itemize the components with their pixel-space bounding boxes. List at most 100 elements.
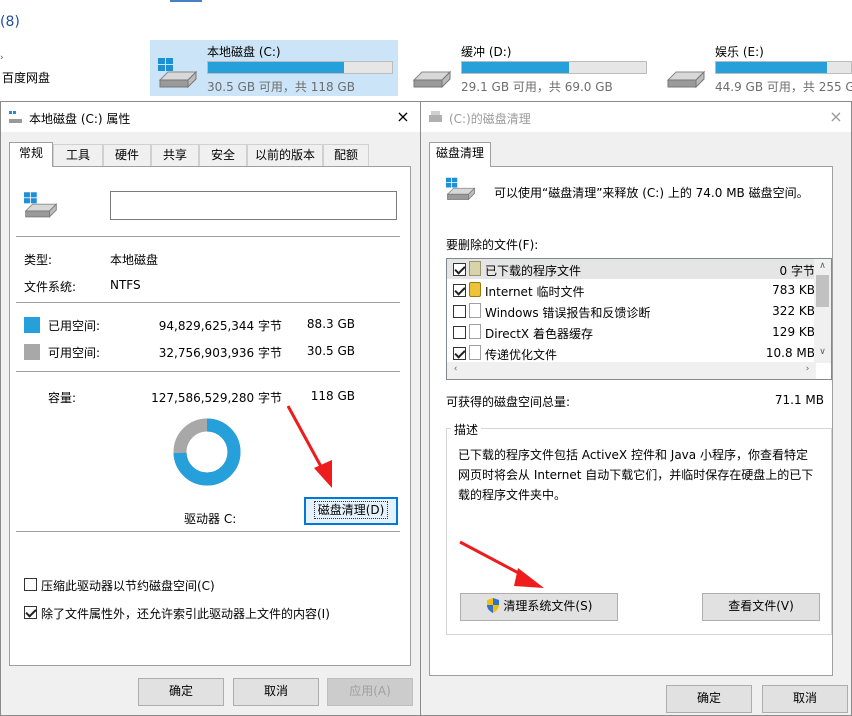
tab-quota[interactable]: 配额	[323, 144, 369, 166]
files-to-delete-label: 要删除的文件(F):	[446, 238, 539, 252]
drive-usage-fill	[208, 62, 345, 73]
hard-drive-icon	[446, 177, 476, 201]
file-list-item[interactable]: 已下载的程序文件 0 字节	[447, 259, 815, 279]
selection-accent-line	[170, 0, 202, 2]
tab-previous-versions[interactable]: 以前的版本	[247, 144, 323, 166]
horizontal-scrollbar[interactable]: ‹ ›	[447, 362, 816, 379]
nav-item-baidu-netdisk[interactable]: 百度网盘	[2, 69, 50, 86]
files-to-delete-list[interactable]: 已下载的程序文件 0 字节 Internet 临时文件 783 KB Windows 错…	[446, 258, 832, 380]
file-item-name: Internet 临时文件	[485, 285, 585, 299]
volume-label-input[interactable]	[110, 191, 397, 220]
divider	[16, 531, 400, 532]
drive-d[interactable]: 缓冲 (D:) 29.1 GB 可用，共 69.0 GB	[404, 40, 652, 96]
drive-usage-bar	[207, 61, 393, 74]
hard-drive-icon	[158, 58, 198, 88]
properties-dialog: 本地磁盘 (C:) 属性 × 常规 工具 硬件 共享 安全 以前的版本 配额 类…	[0, 101, 421, 716]
lock-icon	[469, 282, 481, 297]
apply-button[interactable]: 应用(A)	[327, 678, 413, 706]
ok-button[interactable]: 确定	[666, 685, 752, 713]
file-icon	[469, 345, 481, 360]
file-list-item[interactable]: Internet 临时文件 783 KB	[447, 280, 815, 300]
scroll-right-icon[interactable]: ›	[799, 364, 816, 374]
folder-icon	[469, 261, 481, 276]
capacity-gb: 118 GB	[310, 389, 355, 403]
annotation-arrow-icon	[286, 405, 332, 488]
description-heading: 描述	[451, 421, 482, 438]
file-item-name: DirectX 着色器缓存	[485, 327, 593, 341]
file-item-name: 已下载的程序文件	[485, 264, 582, 278]
file-list-item[interactable]: 传递优化文件 10.8 MB	[447, 343, 815, 363]
scroll-left-icon[interactable]: ‹	[447, 364, 464, 374]
disk-cleanup-button-label: 磁盘清理(D)	[313, 501, 389, 519]
used-space-label: 已用空间:	[48, 319, 101, 333]
drive-free-info: 44.9 GB 可用，共 255 GB	[715, 80, 852, 94]
vertical-scrollbar[interactable]: ∧ ∨	[814, 259, 831, 363]
drive-small-icon	[9, 111, 22, 123]
used-space-bytes: 94,829,625,344 字节	[158, 319, 282, 333]
hard-drive-icon	[24, 192, 58, 218]
compress-drive-checkbox[interactable]	[24, 578, 37, 591]
drive-c[interactable]: 本地磁盘 (C:) 30.5 GB 可用，共 118 GB	[150, 40, 398, 96]
tab-security[interactable]: 安全	[199, 144, 247, 166]
type-value: 本地磁盘	[110, 253, 159, 267]
tab-disk-cleanup[interactable]: 磁盘清理	[429, 142, 491, 167]
drive-usage-fill	[716, 62, 827, 73]
hard-drive-icon	[666, 70, 706, 88]
drive-name: 娱乐 (E:)	[715, 45, 764, 59]
file-item-checkbox[interactable]	[453, 284, 466, 297]
drive-free-info: 30.5 GB 可用，共 118 GB	[207, 80, 355, 94]
tab-sharing[interactable]: 共享	[151, 144, 199, 166]
view-files-button[interactable]: 查看文件(V)	[702, 593, 820, 621]
close-icon[interactable]: ×	[825, 106, 847, 128]
free-space-bytes: 32,756,903,936 字节	[158, 346, 282, 360]
compress-drive-label[interactable]: 压缩此驱动器以节约磁盘空间(C)	[41, 577, 215, 594]
file-item-size: 129 KB	[772, 325, 815, 339]
hard-drive-icon	[412, 70, 452, 88]
tab-general[interactable]: 常规	[9, 142, 53, 167]
cancel-button[interactable]: 取消	[762, 685, 848, 713]
index-contents-label[interactable]: 除了文件属性外，还允许索引此驱动器上文件的内容(I)	[41, 605, 330, 622]
annotation-arrow-icon	[459, 540, 544, 588]
clean-system-files-button[interactable]: 清理系统文件(S)	[460, 593, 618, 621]
dialog-title: 本地磁盘 (C:) 属性	[29, 112, 131, 126]
tab-hardware[interactable]: 硬件	[103, 144, 151, 166]
clean-system-files-label: 清理系统文件(S)	[503, 599, 593, 613]
used-space-swatch	[24, 317, 40, 333]
dialog-title: (C:)的磁盘清理	[449, 112, 531, 126]
free-space-gb: 30.5 GB	[306, 344, 355, 358]
free-space-swatch	[24, 344, 40, 360]
scroll-down-icon[interactable]: ∨	[814, 347, 831, 357]
drive-usage-bar	[461, 61, 647, 74]
description-text: 已下载的程序文件包括 ActiveX 控件和 Java 小程序，你查看特定网页时…	[458, 448, 814, 502]
total-space-label: 可获得的磁盘空间总量:	[446, 395, 571, 409]
tab-tools[interactable]: 工具	[53, 144, 103, 166]
general-panel: 类型: 本地磁盘 文件系统: NTFS 已用空间: 94,829,625,344…	[9, 166, 411, 666]
cancel-button[interactable]: 取消	[233, 678, 319, 706]
drive-e[interactable]: 娱乐 (E:) 44.9 GB 可用，共 255 GB	[658, 40, 852, 96]
index-contents-checkbox[interactable]	[24, 606, 37, 619]
file-item-checkbox[interactable]	[453, 347, 466, 360]
file-item-checkbox[interactable]	[453, 305, 466, 318]
disk-cleanup-button[interactable]: 磁盘清理(D)	[304, 497, 398, 525]
capacity-bytes: 127,586,529,280 字节	[151, 391, 282, 405]
file-item-size: 10.8 MB	[765, 346, 815, 360]
free-space-label: 可用空间:	[48, 346, 101, 360]
properties-titlebar[interactable]: 本地磁盘 (C:) 属性 ×	[1, 102, 420, 132]
file-item-checkbox[interactable]	[453, 263, 466, 276]
used-space-gb: 88.3 GB	[306, 317, 355, 331]
file-list-item[interactable]: DirectX 着色器缓存 129 KB	[447, 322, 815, 342]
file-list-item[interactable]: Windows 错误报告和反馈诊断 322 KB	[447, 301, 815, 321]
close-icon[interactable]: ×	[392, 106, 414, 128]
drive-usage-fill	[462, 62, 569, 73]
file-item-checkbox[interactable]	[453, 326, 466, 339]
ok-button[interactable]: 确定	[138, 678, 224, 706]
scroll-up-icon[interactable]: ∧	[814, 261, 831, 271]
drive-small-icon	[429, 111, 442, 122]
scroll-thumb[interactable]	[816, 275, 829, 307]
divider	[16, 302, 400, 303]
drive-letter-label: 驱动器 C:	[184, 512, 237, 526]
nav-expand-icon[interactable]: ›	[0, 53, 4, 63]
cleanup-summary: 可以使用“磁盘清理”来释放 (C:) 上的 74.0 MB 磁盘空间。	[494, 186, 809, 200]
drive-name: 缓冲 (D:)	[461, 45, 512, 59]
cleanup-titlebar[interactable]: (C:)的磁盘清理 ×	[421, 102, 851, 132]
